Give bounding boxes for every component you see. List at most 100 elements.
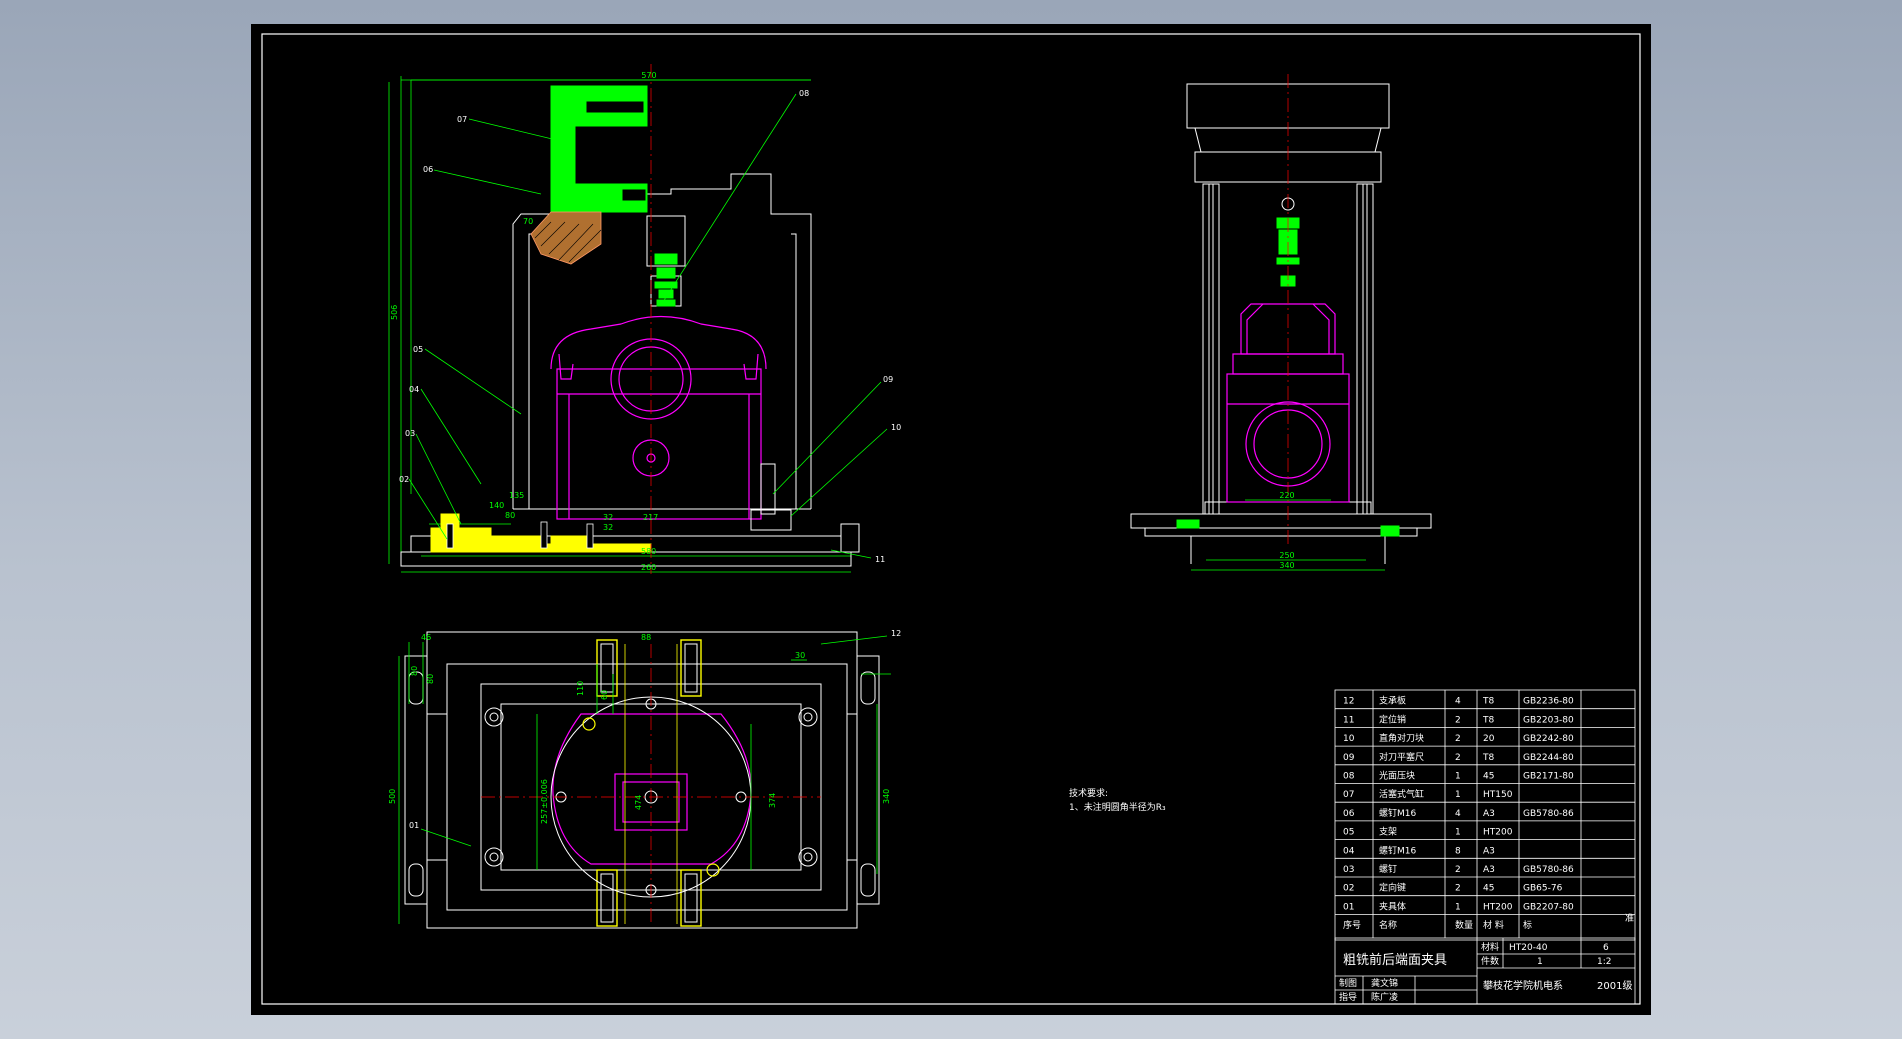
- front-callout-05: 05: [413, 345, 423, 354]
- side-dim-250: 250: [1279, 551, 1294, 560]
- bom-cell-no: 07: [1343, 790, 1354, 800]
- front-dim-80: 80: [505, 511, 515, 520]
- bom-cell-qty: 数量: [1455, 919, 1473, 931]
- bom-cell-std: GB5780-86: [1523, 865, 1574, 875]
- bom-cell-qty: 4: [1455, 697, 1461, 707]
- bom-row: 04 螺钉M16 8 A3: [1343, 845, 1495, 856]
- top-callout-12: 12: [891, 629, 901, 638]
- top-dim-88: 88: [641, 633, 651, 642]
- bom-cell-name: 螺钉M16: [1379, 845, 1416, 856]
- bom-cell-name: 支承板: [1379, 695, 1406, 707]
- bom-table: 12 支承板 4 T8 GB2236-8011 定位销 2 T8 GB2203-8010 直角对刀…: [1334, 689, 1636, 941]
- top-dim-80a: 80: [410, 666, 419, 676]
- bom-cell-qty: 4: [1455, 809, 1461, 819]
- bom-cell-material: 材 料: [1483, 919, 1504, 931]
- title-text: 粗铣前后端面夹具: [1343, 952, 1447, 968]
- bom-row: 06 螺钉M16 4 A3 GB5780-86: [1343, 808, 1574, 819]
- bom-cell-no: 09: [1343, 753, 1355, 763]
- bom-cell-std: GB2242-80: [1523, 734, 1574, 744]
- bom-cell-qty: 2: [1455, 753, 1461, 763]
- bom-row: 05 支架 1 HT200: [1343, 826, 1513, 838]
- bom-cell-no: 11: [1343, 715, 1354, 725]
- bom-cell-no: 05: [1343, 828, 1354, 838]
- top-dim-340: 340: [882, 789, 891, 804]
- bom-cell-name: 螺钉: [1379, 864, 1397, 875]
- front-callout-11: 11: [875, 555, 885, 564]
- bom-row: 09 对刀平塞尺 2 T8 GB2244-80: [1343, 751, 1574, 763]
- front-callout-07: 07: [457, 115, 467, 124]
- bom-row: 07 活塞式气缸 1 HT150: [1343, 788, 1513, 800]
- bom-cell-material: A3: [1483, 809, 1495, 819]
- front-dim-140: 140: [489, 501, 504, 510]
- front-callout-10: 10: [891, 423, 901, 432]
- top-dim-110: 110: [576, 681, 585, 696]
- bom-row: 01 夹具体 1 HT200 GB2207-80: [1343, 900, 1574, 912]
- front-callout-08: 08: [799, 89, 809, 98]
- bom-cell-qty: 1: [1455, 902, 1461, 912]
- bom-cell-no: 序号: [1343, 919, 1361, 931]
- bom-cell-name: 活塞式气缸: [1379, 788, 1424, 800]
- clamp-hatch: [530, 211, 602, 265]
- bom-cell-qty: 2: [1455, 715, 1461, 725]
- bom-cell-material: A3: [1483, 846, 1495, 856]
- guide-name: 陈广凌: [1371, 991, 1398, 1003]
- notes-line-1: 1、未注明圆角半径为R₃: [1069, 801, 1166, 813]
- top-callout-01: 01: [409, 821, 419, 830]
- bom-row: 08 光面压块 1 45 GB2171-80: [1343, 770, 1574, 782]
- drawing-sheet: 570 506 217 580 260 32 32 140 135 80 70 …: [251, 24, 1651, 1015]
- front-dim-260: 260: [641, 563, 656, 572]
- material-number: 6: [1603, 943, 1609, 953]
- top-view: 46 80 80 500 110 60 340 374 257±0.006 47…: [388, 629, 901, 929]
- notes-heading: 技术要求:: [1069, 787, 1108, 799]
- front-callout-04: 04: [409, 385, 419, 394]
- cad-drawing: 570 506 217 580 260 32 32 140 135 80 70 …: [261, 33, 1641, 1005]
- bom-cell-material: T8: [1482, 715, 1494, 725]
- material-label: 材料: [1481, 941, 1499, 953]
- bom-cell-no: 12: [1343, 697, 1354, 707]
- bom-cell-qty: 2: [1455, 865, 1461, 875]
- bom-cell-name: 定向键: [1379, 882, 1406, 894]
- top-dim-60: 60: [600, 690, 609, 700]
- bom-cell-qty: 1: [1455, 790, 1461, 800]
- bom-cell-name: 对刀平塞尺: [1379, 751, 1424, 763]
- bom-cell-std: GB2244-80: [1523, 753, 1574, 763]
- front-dim-217: 217: [643, 513, 658, 522]
- bom-cell-name: 螺钉M16: [1379, 808, 1416, 819]
- bom-cell-name: 定位销: [1379, 713, 1406, 725]
- bom-cell-std: GB2207-80: [1523, 902, 1574, 912]
- front-dim-32a: 32: [603, 513, 613, 522]
- side-view: 250 340 220: [1130, 74, 1432, 571]
- top-dim-500: 500: [388, 789, 397, 804]
- bom-cell-material: 45: [1483, 772, 1494, 782]
- side-dim-220: 220: [1279, 491, 1294, 500]
- bom-cell-no: 04: [1343, 846, 1355, 856]
- front-callout-03: 03: [405, 429, 415, 438]
- front-dim-32b: 32: [603, 523, 613, 532]
- scale-value: 1:2: [1597, 957, 1611, 967]
- bom-cell-material: 45: [1483, 884, 1494, 894]
- bom-cell-std: GB65-76: [1523, 884, 1563, 894]
- bom-cell-extra: 准: [1625, 913, 1634, 924]
- guide-label: 指导: [1339, 991, 1357, 1003]
- drawn-name: 龚文锦: [1371, 977, 1398, 989]
- bom-cell-no: 06: [1343, 809, 1355, 819]
- bom-cell-material: T8: [1482, 697, 1494, 707]
- bom-cell-no: 01: [1343, 902, 1354, 912]
- bom-cell-qty: 1: [1455, 828, 1461, 838]
- front-dim-570: 570: [641, 71, 656, 80]
- top-dim-46: 46: [421, 633, 431, 642]
- front-callout-09: 09: [883, 375, 893, 384]
- bom-cell-no: 03: [1343, 865, 1354, 875]
- bom-cell-material: HT200: [1483, 902, 1513, 912]
- front-dim-70: 70: [523, 217, 533, 226]
- bom-cell-name: 直角对刀块: [1379, 732, 1424, 744]
- class-year: 2001级: [1597, 980, 1632, 992]
- bom-cell-std: GB2203-80: [1523, 715, 1574, 725]
- bom-cell-qty: 2: [1455, 734, 1461, 744]
- bom-cell-material: HT150: [1483, 790, 1513, 800]
- front-view: 570 506 217 580 260 32 32 140 135 80 70 …: [388, 64, 901, 574]
- bom-row: 10 直角对刀块 2 20 GB2242-80: [1343, 732, 1574, 744]
- bom-row: 03 螺钉 2 A3 GB5780-86: [1343, 864, 1574, 875]
- bom-cell-std: GB2171-80: [1523, 772, 1574, 782]
- bom-header-row: 序号 名称 数量材 料 标 准: [1343, 913, 1634, 931]
